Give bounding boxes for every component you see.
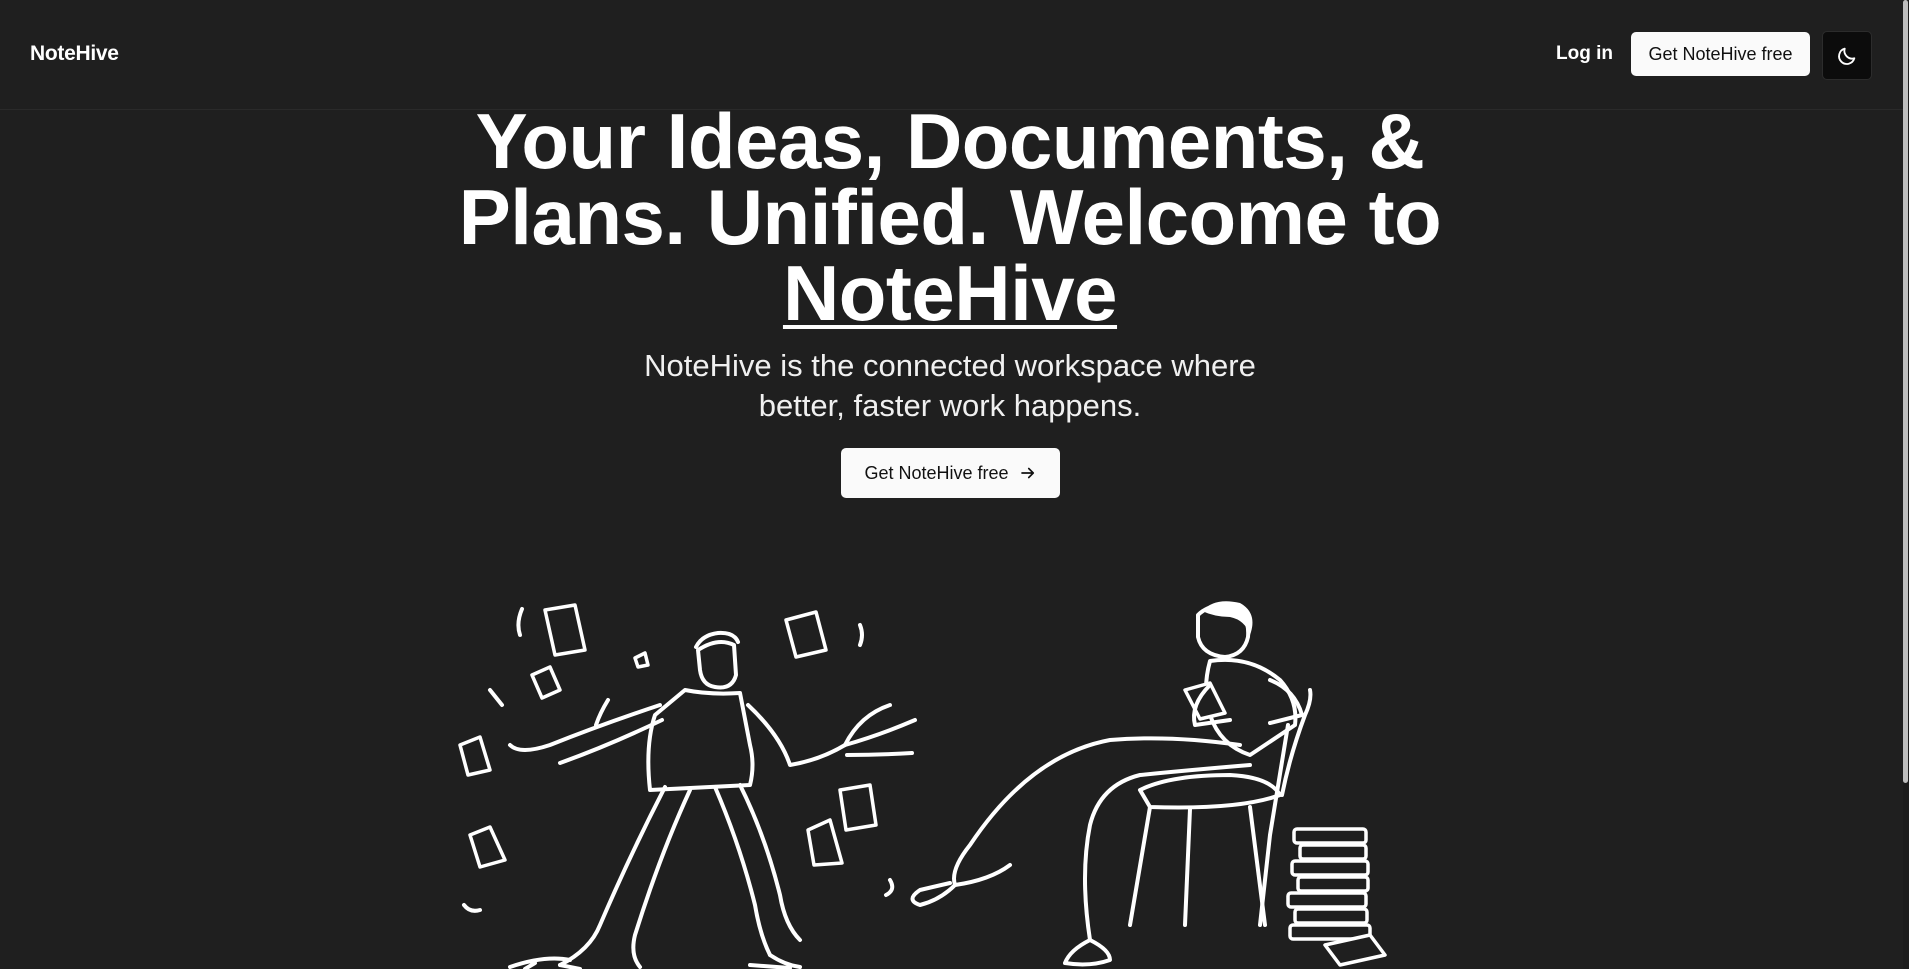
theme-toggle-button[interactable]	[1822, 31, 1872, 80]
hero-title-text: Your Ideas, Documents, & Plans. Unified.…	[458, 97, 1442, 261]
hero-subtitle: NoteHive is the connected workspace wher…	[644, 348, 1256, 423]
login-link[interactable]: Log in	[1542, 38, 1627, 70]
page-scrollbar[interactable]	[1903, 0, 1909, 969]
relaxed-reader-illustration	[910, 601, 1387, 967]
hero-cta-label: Get NoteHive free	[864, 462, 1009, 483]
hero-title: Your Ideas, Documents, & Plans. Unified.…	[430, 102, 1470, 332]
busy-person-illustration	[458, 603, 917, 969]
get-notehive-free-hero-button[interactable]: Get NoteHive free	[841, 448, 1060, 498]
top-navbar: NoteHive Log in Get NoteHive free	[0, 0, 1903, 110]
moon-icon	[1838, 47, 1856, 65]
page-scrollbar-thumb[interactable]	[1903, 0, 1908, 783]
hero-title-brand: NoteHive	[782, 249, 1118, 337]
book-stack	[1286, 827, 1387, 967]
brand-logo[interactable]: NoteHive	[30, 42, 119, 66]
get-notehive-free-nav-button[interactable]: Get NoteHive free	[1631, 32, 1810, 76]
arrow-right-icon	[1020, 467, 1034, 479]
hero-illustration	[458, 601, 1387, 969]
